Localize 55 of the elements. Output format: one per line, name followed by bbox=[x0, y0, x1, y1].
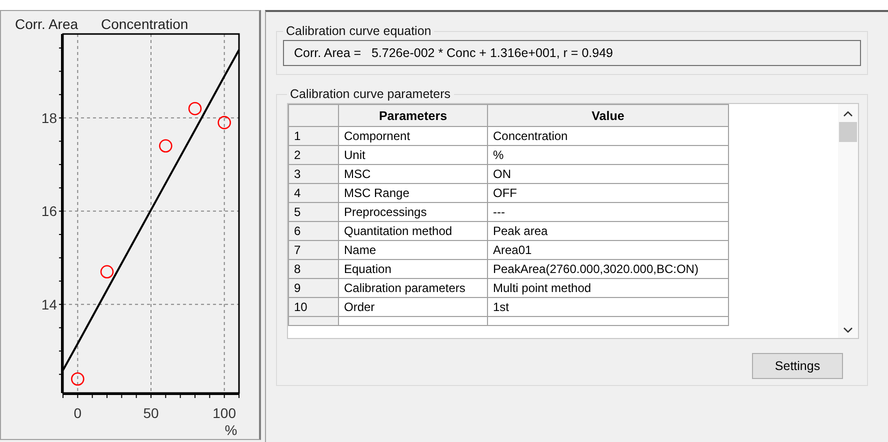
row-number: 5 bbox=[288, 202, 338, 222]
x-tick-label: 50 bbox=[143, 405, 159, 421]
settings-button[interactable]: Settings bbox=[752, 353, 843, 379]
row-number: 10 bbox=[288, 298, 338, 316]
data-point bbox=[188, 102, 202, 116]
data-point bbox=[71, 372, 84, 386]
equation-field: Corr. Area = 5.726e-002 * Conc + 1.316e+001, r = 0.949 bbox=[283, 40, 861, 66]
table-cell: Multi point method bbox=[488, 278, 728, 298]
column-header: Parameters bbox=[338, 104, 488, 126]
table-cell: Quantitation method bbox=[338, 222, 488, 240]
table-cell: Name bbox=[338, 240, 488, 260]
x-axis-label: % bbox=[224, 422, 238, 438]
row-number: 2 bbox=[288, 146, 338, 164]
corner-cell bbox=[288, 104, 338, 126]
column-header: Value bbox=[488, 104, 728, 126]
table-cell: Equation bbox=[338, 260, 488, 278]
data-point bbox=[100, 265, 114, 278]
table-cell: --- bbox=[488, 202, 728, 222]
y-tick-label: 14 bbox=[41, 296, 57, 312]
group-title: Calibration curve equation bbox=[285, 24, 432, 38]
row-number: 1 bbox=[288, 126, 338, 146]
row-number: 6 bbox=[288, 222, 338, 240]
table-cell: Order bbox=[338, 298, 488, 316]
scrollbar[interactable] bbox=[838, 104, 858, 338]
table-cell: Preprocessings bbox=[338, 202, 488, 222]
table-cell: Compornent bbox=[338, 126, 488, 146]
table-cell: PeakArea(2760.000,3020.000,BC:ON) bbox=[488, 260, 728, 278]
scroll-up-icon[interactable] bbox=[843, 110, 853, 117]
table-cell: MSC bbox=[338, 164, 488, 184]
row-number: 8 bbox=[288, 260, 338, 278]
table-cell: % bbox=[488, 146, 728, 164]
row-number: 9 bbox=[288, 278, 338, 298]
scroll-down-icon[interactable] bbox=[843, 327, 853, 334]
y-tick-label: 16 bbox=[41, 203, 57, 220]
group-title: Calibration curve parameters bbox=[289, 87, 452, 101]
y-tick-label: 18 bbox=[41, 110, 57, 126]
row-number: 4 bbox=[288, 184, 338, 202]
y-axis-label: Corr. Area bbox=[15, 16, 78, 32]
table-cell: Unit bbox=[338, 146, 488, 164]
row-number: 3 bbox=[288, 164, 338, 184]
table-cell: MSC Range bbox=[338, 184, 488, 202]
data-point bbox=[159, 139, 172, 153]
row-number: 7 bbox=[288, 240, 338, 260]
data-point bbox=[218, 116, 231, 130]
table-cell: Concentration bbox=[488, 126, 728, 146]
table-cell: 1st bbox=[488, 298, 728, 316]
chart-title: Concentration bbox=[101, 16, 188, 32]
x-tick-label: 0 bbox=[74, 405, 82, 421]
table-cell: ON bbox=[488, 164, 728, 184]
scroll-thumb[interactable] bbox=[839, 122, 857, 142]
table-cell: Peak area bbox=[488, 222, 728, 240]
table-cell: OFF bbox=[488, 184, 728, 202]
table-cell: Area01 bbox=[488, 240, 728, 260]
table-cell: Calibration parameters bbox=[338, 278, 488, 298]
x-tick-label: 100 bbox=[212, 405, 236, 421]
